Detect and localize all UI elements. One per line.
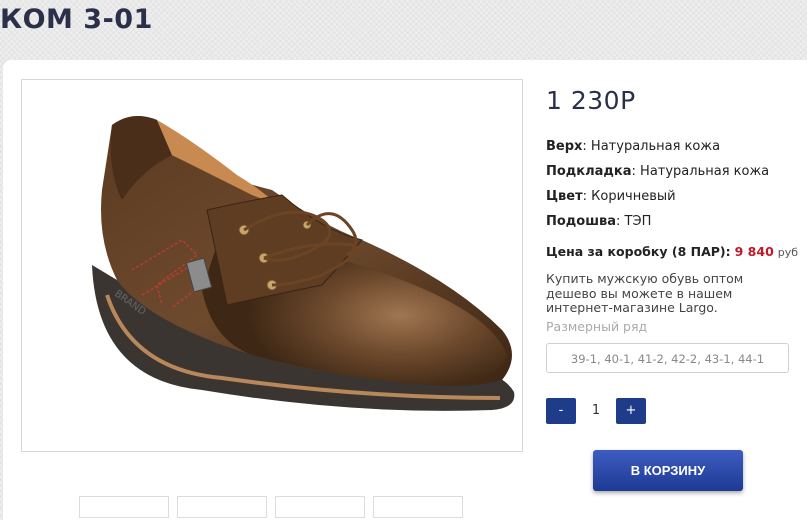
spec-label: Верх xyxy=(546,139,583,154)
spec-sole: Подошва: ТЭП xyxy=(546,214,651,229)
box-price: Цена за коробку (8 ПАР): 9 840 руб xyxy=(546,244,798,259)
spec-value: : Коричневый xyxy=(582,189,676,204)
quantity-minus-button[interactable]: - xyxy=(546,398,576,424)
box-price-currency: руб xyxy=(777,246,799,259)
quantity-plus-button[interactable]: + xyxy=(616,398,646,424)
spec-value: : Натуральная кожа xyxy=(582,139,721,154)
spec-label: Подошва xyxy=(546,214,617,229)
thumbnail-1[interactable] xyxy=(79,496,169,518)
spec-color: Цвет: Коричневый xyxy=(546,189,676,204)
spec-value: : Натуральная кожа xyxy=(631,164,770,179)
box-price-value: 9 840 xyxy=(734,244,774,259)
product-photo[interactable]: BRAND xyxy=(21,79,523,452)
thumbnail-2[interactable] xyxy=(177,496,267,518)
add-to-cart-button[interactable]: В КОРЗИНУ xyxy=(593,450,743,491)
size-range-label: Размерный ряд xyxy=(546,319,648,334)
spec-label: Цвет xyxy=(546,189,583,204)
spec-upper: Верх: Натуральная кожа xyxy=(546,139,720,154)
quantity-input[interactable]: 1 xyxy=(583,398,609,424)
box-price-label: Цена за коробку (8 ПАР): xyxy=(546,244,731,259)
spec-value: : ТЭП xyxy=(616,214,652,229)
product-price: 1 230Р xyxy=(546,86,636,115)
thumbnail-4[interactable] xyxy=(373,496,463,518)
size-range-select[interactable]: 39-1, 40-1, 41-2, 42-2, 43-1, 44-1 xyxy=(546,343,789,373)
spec-label: Подкладка xyxy=(546,164,632,179)
shoe-photo: BRAND xyxy=(92,116,515,411)
thumbnail-3[interactable] xyxy=(275,496,365,518)
promo-text: Купить мужскую обувь оптом дешево вы мож… xyxy=(546,271,744,315)
page-title: КОМ 3-01 xyxy=(0,4,153,35)
spec-lining: Подкладка: Натуральная кожа xyxy=(546,164,769,179)
